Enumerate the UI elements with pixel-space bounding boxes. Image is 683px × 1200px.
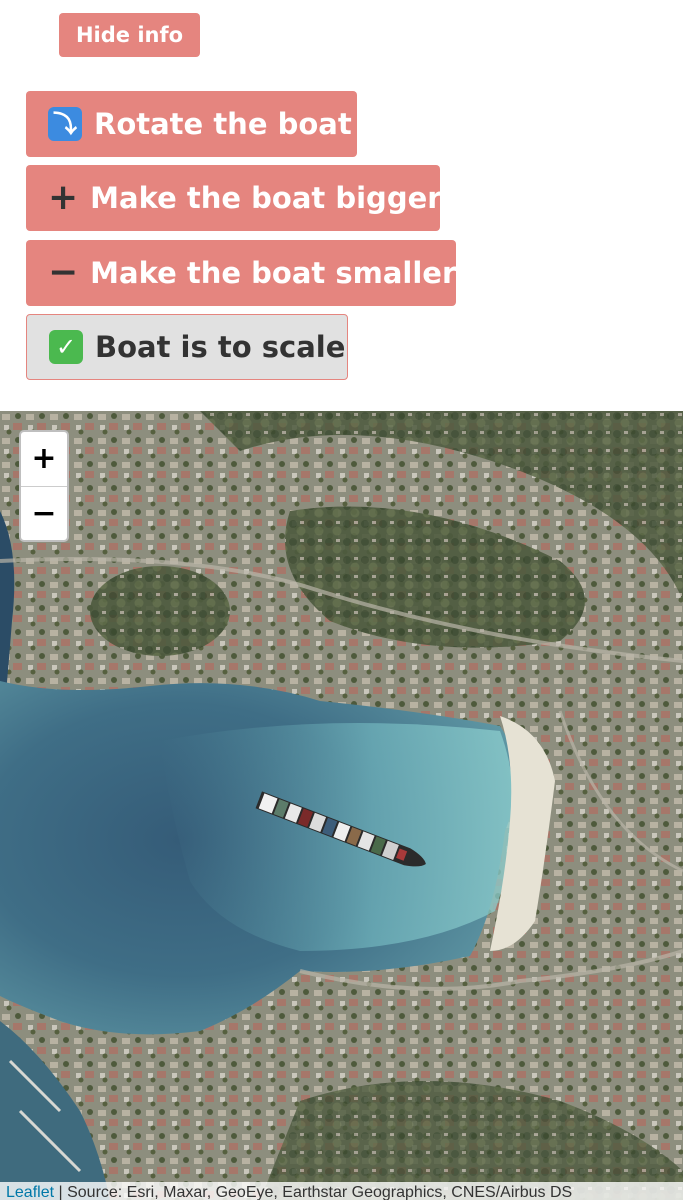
satellite-map[interactable]: + − Leaflet | Source: Esri, Maxar, GeoEy… xyxy=(0,411,683,1200)
map-attribution: Leaflet | Source: Esri, Maxar, GeoEye, E… xyxy=(0,1182,683,1200)
hide-info-button[interactable]: Hide info xyxy=(59,13,200,57)
rotate-boat-label: Rotate the boat xyxy=(94,107,352,141)
zoom-out-button[interactable]: − xyxy=(21,487,67,540)
scale-toggle-label: Boat is to scale xyxy=(95,330,346,364)
attribution-text: Source: Esri, Maxar, GeoEye, Earthstar G… xyxy=(67,1184,573,1200)
check-icon: ✓ xyxy=(49,330,83,364)
rotate-boat-button[interactable]: ⤵ Rotate the boat xyxy=(26,91,357,157)
scale-toggle-button[interactable]: ✓ Boat is to scale xyxy=(26,314,348,380)
minus-icon: − xyxy=(48,252,79,293)
rotate-icon: ⤵ xyxy=(48,107,82,141)
zoom-in-button[interactable]: + xyxy=(21,432,67,487)
plus-icon: + xyxy=(48,177,79,218)
bigger-boat-label: Make the boat bigger xyxy=(90,181,442,215)
bigger-boat-button[interactable]: + Make the boat bigger xyxy=(26,165,442,231)
zoom-control: + − xyxy=(19,430,69,542)
satellite-imagery xyxy=(0,411,683,1200)
leaflet-link[interactable]: Leaflet xyxy=(6,1184,54,1200)
smaller-boat-label: Make the boat smaller xyxy=(90,256,457,290)
smaller-boat-button[interactable]: − Make the boat smaller xyxy=(26,240,456,306)
hide-info-label: Hide info xyxy=(75,23,184,47)
attribution-separator: | xyxy=(54,1184,68,1200)
